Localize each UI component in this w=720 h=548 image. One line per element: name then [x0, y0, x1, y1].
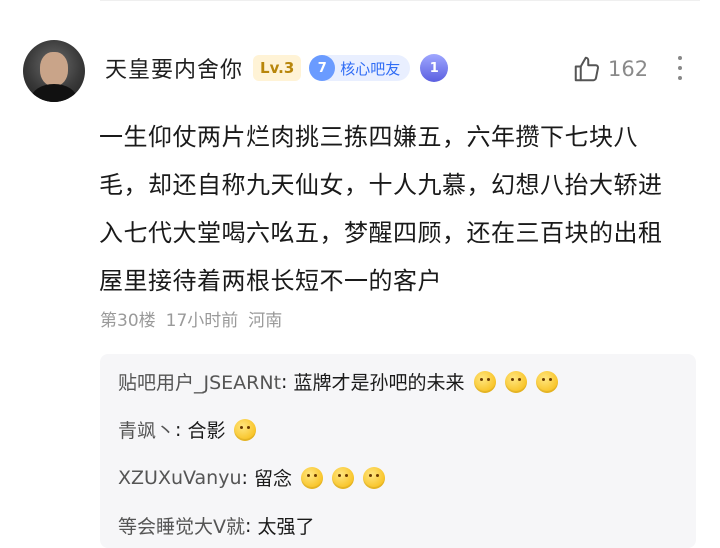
rank-icon: 1 [420, 54, 449, 82]
like-button[interactable]: 162 [572, 54, 648, 84]
more-vertical-icon[interactable] [677, 56, 683, 84]
reply-username[interactable]: XZUXuVanyu [118, 467, 242, 489]
reply-item[interactable]: XZUXuVanyu: 留念 [118, 464, 385, 491]
like-count: 162 [608, 57, 649, 81]
laughing-emoji-icon [473, 370, 496, 393]
reply-item[interactable]: 青飒丶: 合影 [118, 416, 257, 443]
reply-text: 太强了 [257, 516, 315, 538]
post-content: 一生仰仗两片烂肉挑三拣四嫌五，六年攒下七块八毛，却还自称九天仙女，十人九慕，幻想… [99, 123, 663, 295]
member-badge: 7 核心吧友 [309, 55, 411, 81]
avatar-body [31, 84, 77, 102]
reply-item[interactable]: 贴吧用户_JSEARNt: 蓝牌才是孙吧的未来 [118, 368, 558, 395]
reply-username[interactable]: 贴吧用户_JSEARNt [118, 368, 281, 395]
reply-text: 合影 [187, 420, 226, 442]
laughing-emoji-icon [300, 466, 323, 489]
level-badge: Lv.3 [253, 55, 302, 81]
reply-item[interactable]: 等会睡觉大V就: 太强了 [118, 512, 314, 539]
post-meta: 第30楼 17小时前 河南 [100, 306, 282, 331]
post-header: 天皇要内舍你 Lv.3 7 核心吧友 1 [105, 50, 449, 86]
reply-list: 贴吧用户_JSEARNt: 蓝牌才是孙吧的未来 青飒丶: 合影 XZUXuVan… [100, 354, 696, 548]
post-location: 河南 [248, 311, 283, 331]
floor-number: 第30楼 [100, 311, 156, 331]
laughing-emoji-icon [535, 370, 558, 393]
laughing-emoji-icon [504, 370, 527, 393]
gem-icon: 7 [309, 55, 336, 81]
reply-username[interactable]: 青飒丶 [118, 416, 175, 443]
avatar-face [40, 52, 68, 86]
thumbs-up-icon [574, 56, 600, 82]
avatar[interactable] [23, 40, 85, 102]
reply-text: 蓝牌才是孙吧的未来 [293, 372, 465, 394]
top-divider [100, 0, 700, 7]
post-time: 17小时前 [165, 311, 239, 331]
laughing-emoji-icon [331, 466, 354, 489]
laughing-emoji-icon [362, 466, 385, 489]
reply-text: 留念 [253, 468, 292, 490]
username[interactable]: 天皇要内舍你 [105, 52, 243, 84]
member-label: 核心吧友 [340, 59, 401, 78]
laughing-emoji-icon [234, 418, 257, 441]
reply-username[interactable]: 等会睡觉大V就 [118, 512, 245, 539]
